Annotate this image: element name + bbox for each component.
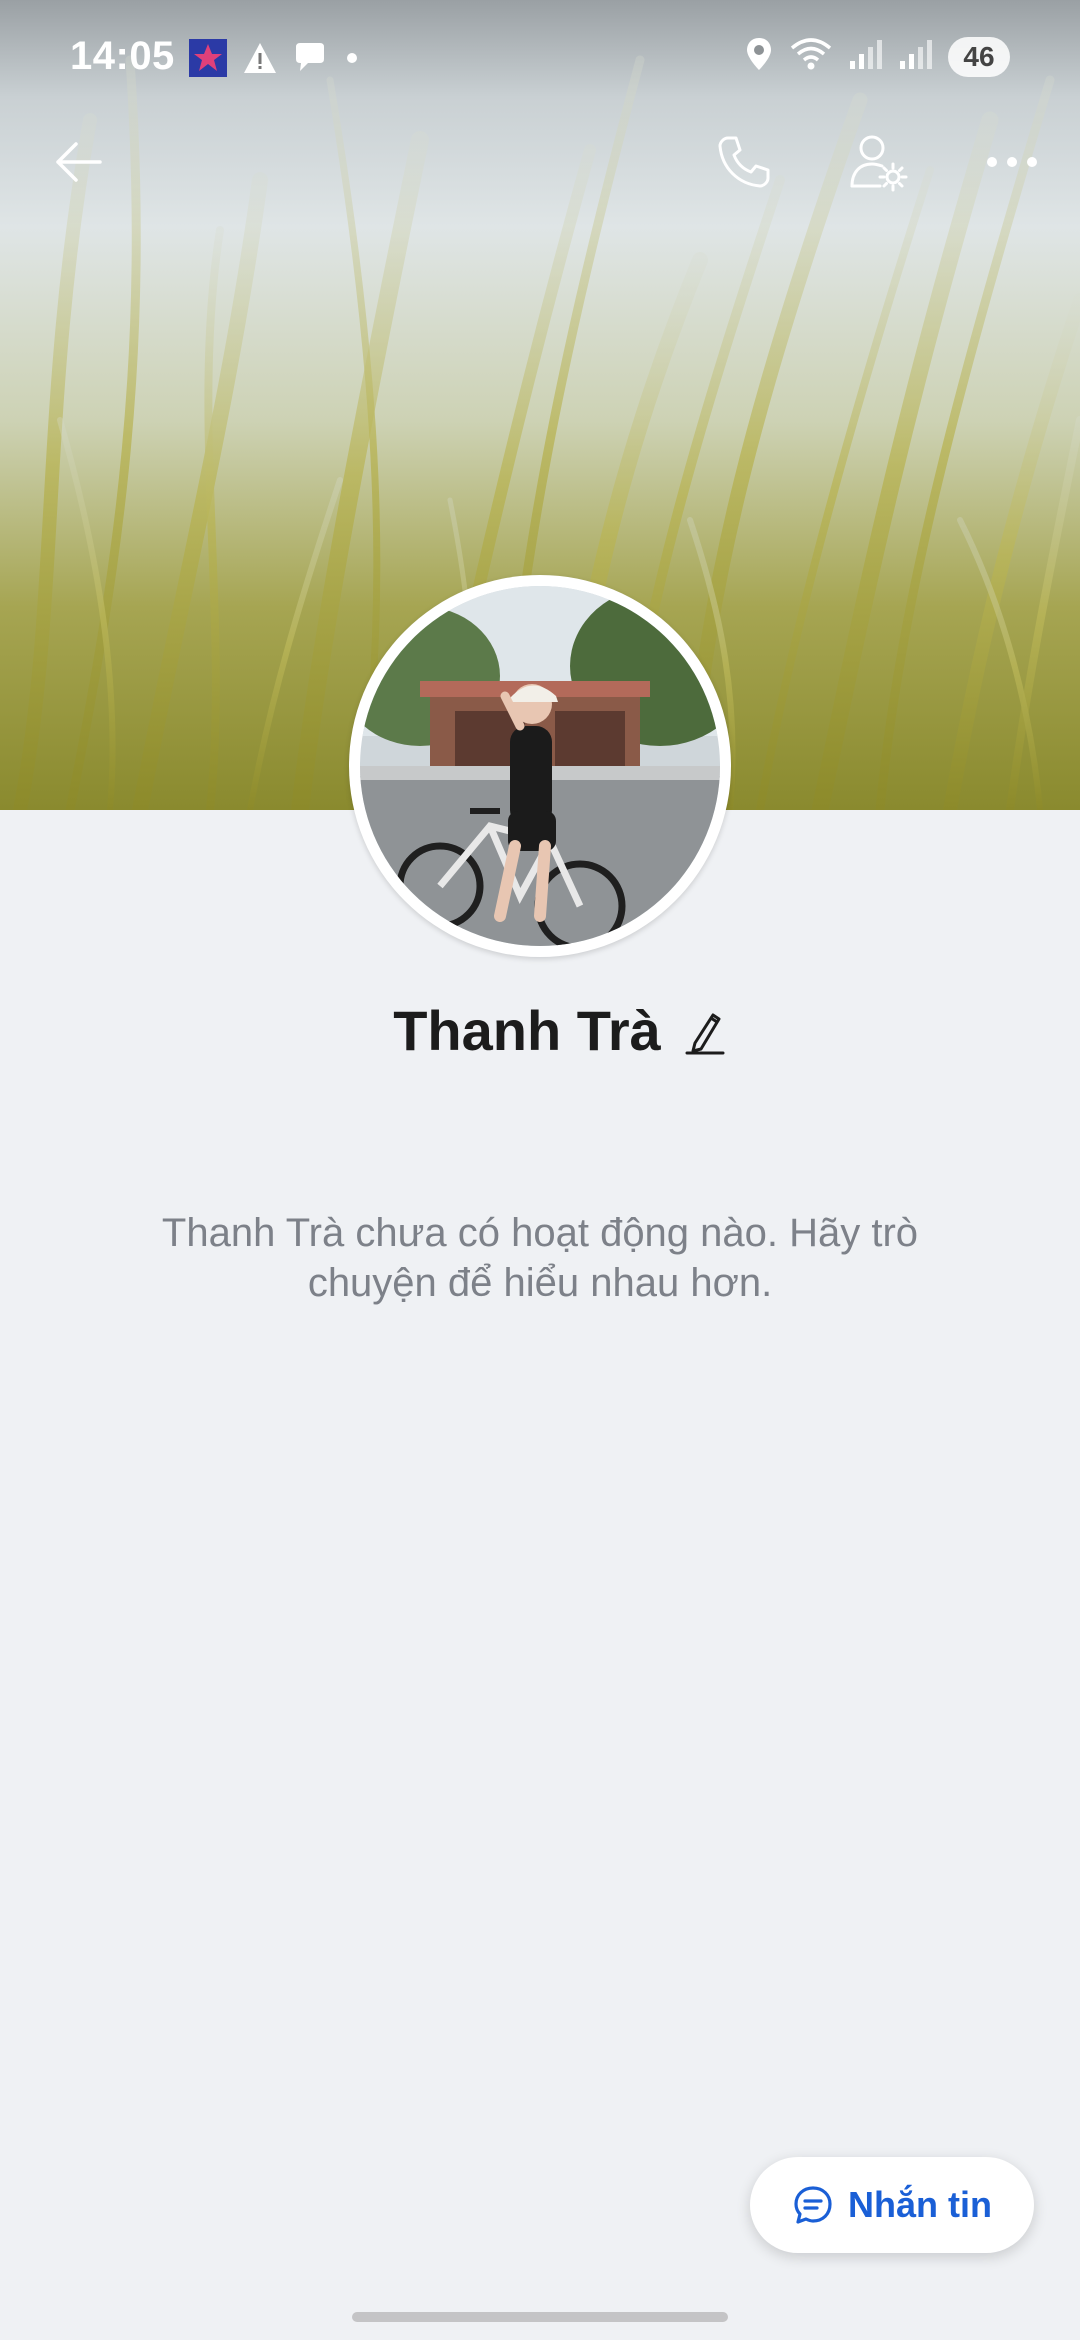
profile-name-row: Thanh Trà [0, 998, 1080, 1063]
wifi-icon [788, 36, 834, 77]
battery-indicator: 46 [948, 36, 1010, 77]
profile-settings-icon [850, 135, 908, 192]
status-icons-left [188, 38, 362, 83]
signal-icon [848, 37, 884, 76]
send-message-label: Nhắn tin [848, 2184, 992, 2225]
empty-activity-message: Thanh Trà chưa có hoạt động nào. Hãy trò… [161, 1211, 919, 1305]
status-icons-right: 46 [744, 36, 1010, 77]
more-icon [987, 157, 1037, 167]
phone-icon [718, 136, 770, 188]
chat-bubble-icon [292, 41, 328, 80]
profile-name: Thanh Trà [393, 999, 661, 1062]
back-button[interactable] [36, 120, 120, 204]
edit-name-button[interactable] [685, 1007, 725, 1055]
app-notification-icon [188, 38, 228, 83]
location-icon [744, 36, 774, 77]
status-time: 14:05 [70, 34, 175, 78]
back-arrow-icon [56, 142, 102, 182]
send-message-button[interactable]: Nhắn tin [750, 2157, 1034, 2253]
chat-icon [794, 2186, 832, 2224]
more-options-button[interactable] [970, 120, 1054, 204]
profile-settings-button[interactable] [836, 120, 920, 204]
status-bar: 14:05 46 [0, 0, 1080, 120]
avatar-photo [360, 586, 720, 946]
call-button[interactable] [702, 120, 786, 204]
signal-icon [898, 37, 934, 76]
avatar[interactable] [360, 586, 720, 946]
dot-icon [342, 48, 362, 73]
pencil-icon [685, 1013, 725, 1054]
home-indicator[interactable] [352, 2312, 728, 2322]
warning-icon [242, 41, 278, 80]
